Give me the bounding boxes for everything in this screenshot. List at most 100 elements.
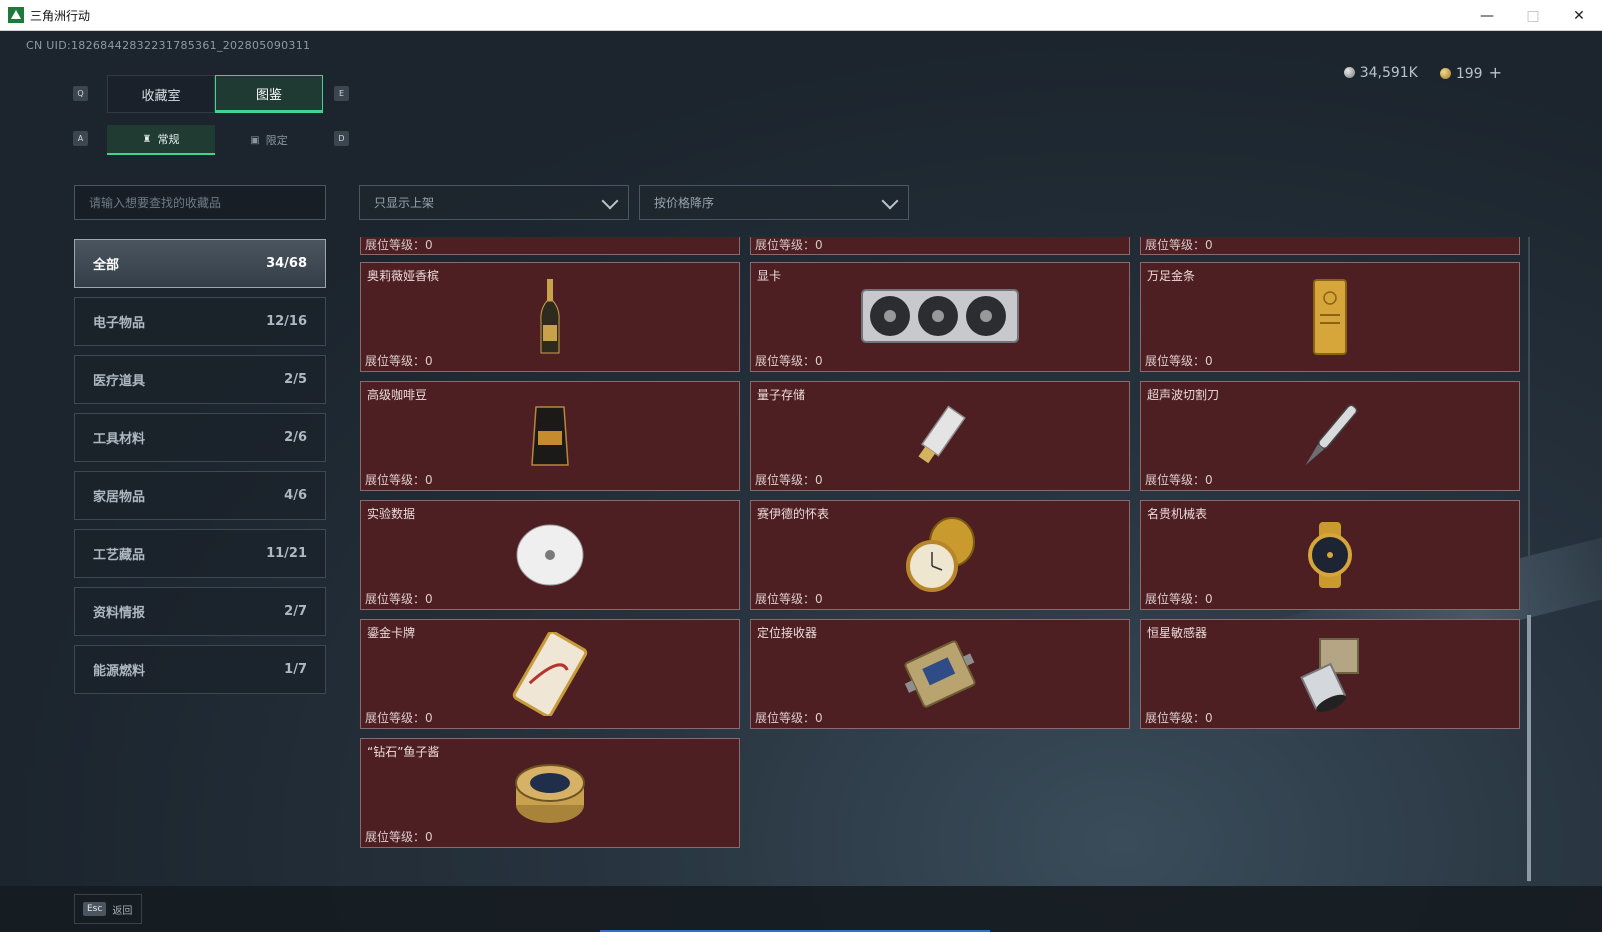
silver-coin-icon [1343, 66, 1355, 78]
display-filter-dropdown[interactable]: 只显示上架 [359, 185, 629, 220]
chevron-down-icon [601, 192, 619, 210]
item-level: 展位等级：0 [1145, 473, 1213, 487]
partial-row-top: 展位等级：0 展位等级：0 展位等级：0 [360, 237, 1520, 255]
item-name: 奥莉薇娅香槟 [367, 269, 440, 283]
category-label: 工具材料 [93, 432, 146, 447]
gps-receiver-icon [904, 640, 976, 708]
item-level: 展位等级：0 [1145, 711, 1213, 725]
item-card[interactable]: “钻石”鱼子酱 展位等级：0 [360, 738, 740, 848]
item-card[interactable]: 赛伊德的怀表 展位等级：0 [750, 500, 1130, 610]
category-count: 4/6 [284, 488, 307, 503]
item-card[interactable]: 名贵机械表 展位等级：0 [1140, 500, 1520, 610]
category-medical[interactable]: 医疗道具 2/5 [74, 355, 326, 404]
category-count: 2/6 [284, 430, 307, 445]
item-card[interactable]: 奥莉薇娅香槟 展位等级：0 [360, 262, 740, 372]
tab-collection-room[interactable]: 收藏室 [107, 75, 215, 113]
tab-regular[interactable]: ♜ 常规 [107, 125, 215, 155]
minimize-button[interactable]: — [1464, 0, 1510, 31]
tab-regular-label: 常规 [157, 133, 180, 146]
bottom-bar: Esc 返回 [0, 886, 1602, 932]
gold-coin-icon [1439, 68, 1451, 79]
close-button[interactable]: ✕ [1556, 0, 1602, 31]
category-count: 2/5 [284, 372, 307, 387]
back-button[interactable]: Esc 返回 [74, 894, 142, 924]
item-name: 恒星敏感器 [1147, 626, 1208, 640]
chevron-down-icon [881, 192, 899, 210]
item-level: 展位等级：0 [365, 711, 433, 725]
item-name: 高级咖啡豆 [367, 388, 428, 402]
back-label: 返回 [112, 905, 133, 917]
item-grid: 奥莉薇娅香槟 展位等级：0 显卡 展位等级：0 万足金条 展位等级：0 高级咖啡… [360, 262, 1520, 848]
item-card[interactable]: 鎏金卡牌 展位等级：0 [360, 619, 740, 729]
scrollbar-thumb[interactable] [1527, 615, 1531, 881]
search-input[interactable]: 请输入想要查找的收藏品 [74, 185, 326, 220]
display-filter-value: 只显示上架 [374, 196, 435, 210]
category-count: 11/21 [266, 546, 307, 561]
bottle-icon: ♜ [142, 133, 152, 145]
tab-catalog[interactable]: 图鉴 [215, 75, 323, 113]
category-label: 电子物品 [93, 316, 146, 331]
item-name: 赛伊德的怀表 [757, 507, 830, 521]
item-grid-area: 展位等级：0 展位等级：0 展位等级：0 奥莉薇娅香槟 展位等级：0 显卡 展位… [360, 237, 1530, 882]
item-level: 展位等级：0 [755, 473, 823, 487]
item-card-partial[interactable]: 展位等级：0 [360, 237, 740, 255]
item-name: 量子存储 [757, 388, 806, 402]
app-logo-icon [8, 7, 24, 23]
item-level: 展位等级：0 [365, 473, 433, 487]
item-name: 鎏金卡牌 [367, 626, 416, 640]
key-hint-d: D [334, 131, 349, 146]
category-intel[interactable]: 资料情报 2/7 [74, 587, 326, 636]
currency-display: 34,591K 199 + [1343, 63, 1502, 82]
category-count: 12/16 [266, 314, 307, 329]
category-electronics[interactable]: 电子物品 12/16 [74, 297, 326, 346]
champagne-bottle-icon [540, 279, 560, 354]
category-household[interactable]: 家居物品 4/6 [74, 471, 326, 520]
graphics-card-icon [861, 289, 1019, 343]
item-name: 超声波切割刀 [1147, 388, 1220, 402]
item-level: 展位等级：0 [755, 354, 823, 368]
maximize-button[interactable]: □ [1510, 0, 1556, 31]
item-card[interactable]: 定位接收器 展位等级：0 [750, 619, 1130, 729]
item-card[interactable]: 高级咖啡豆 展位等级：0 [360, 381, 740, 491]
category-energy[interactable]: 能源燃料 1/7 [74, 645, 326, 694]
image-icon: ▣ [250, 134, 260, 146]
disc-icon [516, 524, 584, 586]
item-card[interactable]: 实验数据 展位等级：0 [360, 500, 740, 610]
tab-limited[interactable]: ▣ 限定 [215, 125, 323, 155]
item-name: 万足金条 [1147, 269, 1196, 283]
gold-currency: 199 + [1439, 63, 1502, 82]
silver-amount: 34,591K [1359, 64, 1418, 81]
coffee-bag-icon [531, 406, 569, 466]
category-count: 2/7 [284, 604, 307, 619]
sort-value: 按价格降序 [654, 196, 715, 210]
gold-card-icon [512, 632, 588, 716]
window-titlebar: 三角洲行动 — □ ✕ [0, 0, 1602, 31]
item-level: 展位等级：0 [1145, 354, 1213, 368]
item-card[interactable]: 恒星敏感器 展位等级：0 [1140, 619, 1520, 729]
item-level: 展位等级：0 [365, 592, 433, 606]
category-all[interactable]: 全部 34/68 [74, 239, 326, 288]
category-count: 1/7 [284, 662, 307, 677]
gold-bar-icon [1313, 279, 1347, 355]
category-tools[interactable]: 工具材料 2/6 [74, 413, 326, 462]
item-name: 显卡 [757, 269, 782, 283]
item-level: 展位等级：0 [755, 711, 823, 725]
item-level: 展位等级：0 [365, 830, 433, 844]
category-label: 医疗道具 [93, 374, 146, 389]
caviar-tin-icon [515, 764, 585, 823]
item-card[interactable]: 超声波切割刀 展位等级：0 [1140, 381, 1520, 491]
item-card[interactable]: 万足金条 展位等级：0 [1140, 262, 1520, 372]
add-currency-button[interactable]: + [1489, 63, 1502, 82]
sort-dropdown[interactable]: 按价格降序 [639, 185, 909, 220]
item-card[interactable]: 量子存储 展位等级：0 [750, 381, 1130, 491]
item-name: 名贵机械表 [1147, 507, 1208, 521]
item-card-partial[interactable]: 展位等级：0 [1140, 237, 1520, 255]
item-card-partial[interactable]: 展位等级：0 [750, 237, 1130, 255]
usb-drive-icon [918, 405, 966, 464]
category-crafts[interactable]: 工艺藏品 11/21 [74, 529, 326, 578]
key-hint-a: A [73, 131, 88, 146]
item-name: “钻石”鱼子酱 [367, 745, 440, 759]
wrist-watch-icon [1308, 522, 1352, 588]
item-card[interactable]: 显卡 展位等级：0 [750, 262, 1130, 372]
category-label: 全部 [93, 258, 120, 273]
